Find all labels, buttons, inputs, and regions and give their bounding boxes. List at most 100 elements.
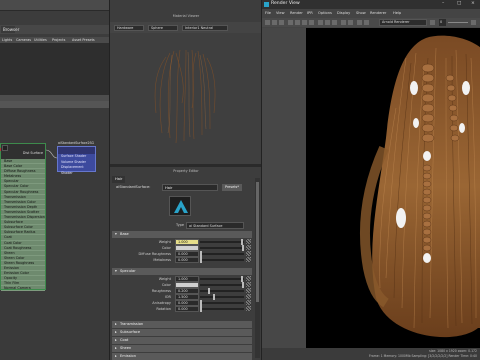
menu-renderer[interactable]: Renderer bbox=[370, 10, 386, 17]
material-preview[interactable] bbox=[110, 33, 262, 164]
rgb-icon[interactable] bbox=[318, 20, 323, 25]
sg-displacement-shader[interactable]: Displacement Shader bbox=[58, 165, 95, 175]
render-icon[interactable] bbox=[265, 20, 270, 25]
region-icon[interactable] bbox=[288, 20, 293, 25]
node-attribute[interactable]: Specular Roughness bbox=[1, 190, 45, 195]
section-base[interactable]: ▾ Base bbox=[112, 231, 252, 238]
map-texture-icon[interactable] bbox=[246, 288, 251, 293]
section-transmission[interactable]: ▸ Transmission bbox=[112, 321, 252, 328]
exposure-slider[interactable] bbox=[448, 22, 468, 23]
refresh-icon[interactable] bbox=[279, 20, 284, 25]
remove-image-icon[interactable] bbox=[309, 20, 314, 25]
attribute-slider[interactable] bbox=[200, 251, 244, 257]
render-view-titlebar: Render View – □ × bbox=[262, 0, 480, 9]
renderer-select[interactable]: Arnold Renderer bbox=[379, 19, 427, 26]
attribute-slider[interactable] bbox=[200, 294, 244, 300]
maximize-icon[interactable]: □ bbox=[457, 1, 461, 6]
node-header: Dist Surface bbox=[1, 144, 45, 159]
hair-tab[interactable]: Hair bbox=[112, 176, 126, 183]
slider-knob[interactable] bbox=[200, 306, 202, 312]
attribute-slider[interactable] bbox=[200, 276, 244, 282]
section-sheen[interactable]: ▸ Sheen bbox=[112, 345, 252, 352]
attribute-slider[interactable] bbox=[200, 288, 244, 294]
expand-right-icon: ▸ bbox=[115, 330, 117, 334]
menu-help[interactable]: Help bbox=[393, 10, 401, 17]
menu-file[interactable]: File bbox=[265, 10, 271, 17]
section-specular-label: Specular bbox=[120, 269, 136, 273]
presets-button[interactable]: Presets* bbox=[222, 184, 242, 191]
map-texture-icon[interactable] bbox=[246, 306, 251, 311]
attribute-row: Metalness 0.000 bbox=[112, 257, 252, 264]
minimize-icon[interactable]: – bbox=[442, 1, 444, 6]
slider-knob[interactable] bbox=[200, 257, 202, 263]
map-texture-icon[interactable] bbox=[246, 251, 251, 256]
map-texture-icon[interactable] bbox=[246, 276, 251, 281]
type-dropdown[interactable]: ai Standard Surface bbox=[186, 222, 244, 229]
geometry-dropdown[interactable]: Sphere bbox=[148, 25, 178, 31]
attribute-value-field[interactable]: 0.000 bbox=[175, 257, 199, 263]
camera-icon[interactable] bbox=[430, 20, 435, 25]
section-specular[interactable]: ▾ Specular bbox=[112, 268, 252, 275]
section-coat[interactable]: ▸ Coat bbox=[112, 337, 252, 344]
section-transmission-label: Transmission bbox=[120, 322, 144, 326]
zoom-icon[interactable] bbox=[341, 20, 346, 25]
attribute-label: Metalness bbox=[153, 258, 171, 262]
map-texture-icon[interactable] bbox=[246, 300, 251, 305]
attribute-slider[interactable] bbox=[200, 257, 244, 263]
exposure-field[interactable]: 0 bbox=[439, 19, 446, 26]
panel-divider[interactable] bbox=[110, 164, 262, 167]
color-slider[interactable] bbox=[200, 245, 244, 251]
menu-render[interactable]: Render bbox=[290, 10, 303, 17]
section-subsurface[interactable]: ▸ Subsurface bbox=[112, 329, 252, 336]
node-type-label: aiStandardSurface: bbox=[116, 185, 151, 189]
menu-ipr[interactable]: IPR bbox=[307, 10, 313, 17]
standard-surface-node[interactable]: Dist Surface Base Base Color Diffuse Rough… bbox=[0, 143, 46, 292]
map-texture-icon[interactable] bbox=[246, 257, 251, 262]
gamma-icon[interactable] bbox=[471, 20, 476, 25]
property-editor-scrollbar[interactable] bbox=[255, 178, 260, 358]
renderer-dropdown[interactable]: Hardware bbox=[114, 25, 144, 31]
attribute-slider[interactable] bbox=[200, 239, 244, 245]
environment-dropdown[interactable]: Interior1 Neutral bbox=[182, 25, 228, 31]
fit-icon[interactable] bbox=[348, 20, 353, 25]
node-title: Dist Surface bbox=[22, 151, 43, 155]
render-view-toolbar: Arnold Renderer 0 bbox=[262, 18, 480, 27]
status-size: size: 1080 x 1920 zoom: 0.172 bbox=[429, 349, 477, 353]
scrollbar-thumb[interactable] bbox=[256, 182, 259, 302]
map-texture-icon[interactable] bbox=[246, 294, 251, 299]
type-label: Type bbox=[176, 223, 185, 227]
render-view-title: Render View bbox=[271, 1, 300, 6]
menu-view[interactable]: View bbox=[276, 10, 285, 17]
render-viewport[interactable] bbox=[306, 28, 480, 348]
attribute-row: Rotation 0.000 bbox=[112, 306, 252, 313]
map-texture-icon[interactable] bbox=[246, 245, 251, 250]
expand-down-icon: ▾ bbox=[115, 269, 117, 273]
node-attribute[interactable]: Normal Camera bbox=[1, 286, 45, 292]
map-texture-icon[interactable] bbox=[246, 239, 251, 244]
section-sheen-label: Sheen bbox=[120, 346, 132, 350]
attribute-slider[interactable] bbox=[200, 306, 244, 312]
shading-group-node[interactable]: aiStandardSurface2SG Surface Shader Volu… bbox=[57, 141, 96, 175]
attribute-value-field[interactable]: 0.000 bbox=[175, 306, 199, 312]
close-icon[interactable]: × bbox=[471, 1, 475, 6]
shading-group-title: aiStandardSurface2SG bbox=[58, 141, 95, 145]
render-view-menubar: File View Render IPR Options Display Sho… bbox=[262, 10, 480, 17]
section-subsurface-label: Subsurface bbox=[120, 330, 141, 334]
menu-display[interactable]: Display bbox=[337, 10, 350, 17]
section-emission[interactable]: ▸ Emission bbox=[112, 353, 252, 360]
menu-options[interactable]: Options bbox=[318, 10, 332, 17]
settings-icon[interactable] bbox=[364, 20, 369, 25]
ipr-icon[interactable] bbox=[272, 20, 277, 25]
map-texture-icon[interactable] bbox=[246, 282, 251, 287]
color-slider[interactable] bbox=[200, 282, 244, 288]
menu-show[interactable]: Show bbox=[356, 10, 366, 17]
alpha-icon[interactable] bbox=[325, 20, 330, 25]
keep-image-icon[interactable] bbox=[302, 20, 307, 25]
render-view-side-strip bbox=[262, 28, 306, 348]
node-attribute-list: Base Base Color Diffuse Roughness Metalness… bbox=[1, 159, 45, 292]
attribute-slider[interactable] bbox=[200, 300, 244, 306]
one-to-one-icon[interactable] bbox=[332, 20, 337, 25]
snapshot-icon[interactable] bbox=[295, 20, 300, 25]
node-name-field[interactable]: Hair bbox=[162, 184, 218, 191]
display-icon[interactable] bbox=[357, 20, 362, 25]
